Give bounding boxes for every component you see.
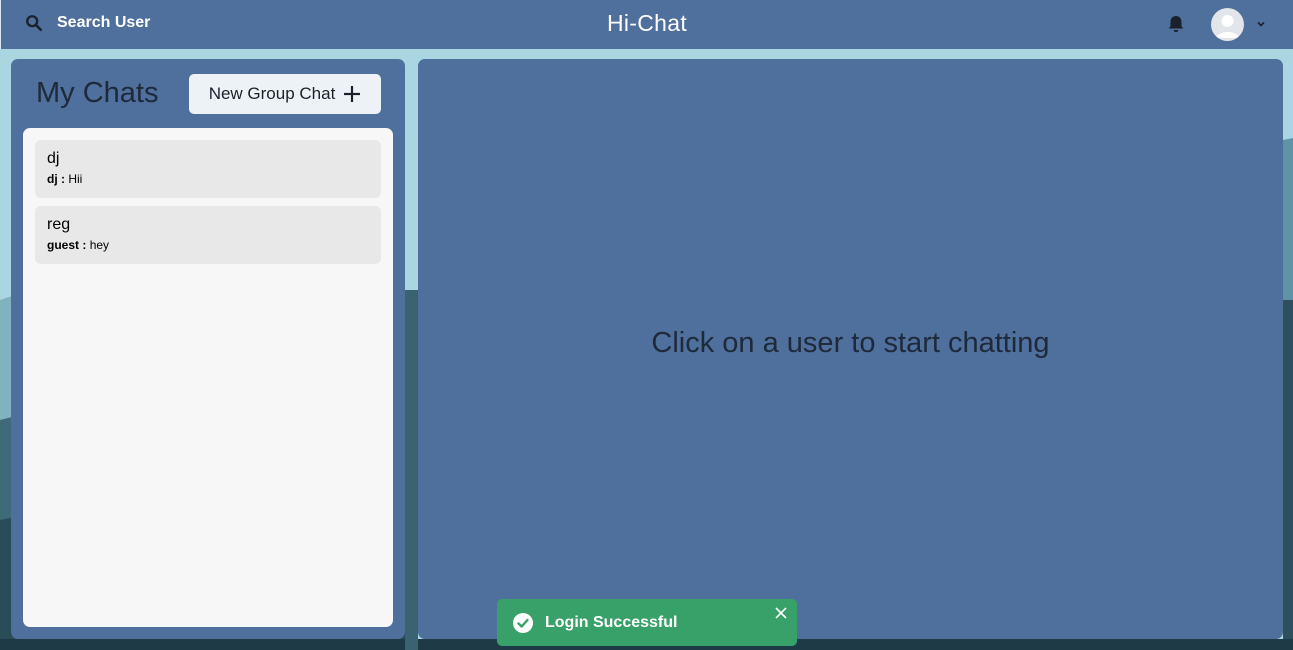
login-success-toast: Login Successful	[497, 599, 797, 646]
chat-area: Click on a user to start chatting	[418, 59, 1283, 639]
chat-list: dj dj : Hii reg guest : hey	[23, 128, 393, 627]
chat-message-text: hey	[89, 238, 110, 252]
plus-icon	[344, 86, 361, 102]
chat-name: dj	[47, 150, 60, 167]
chat-item-dj[interactable]: dj dj : Hii	[35, 140, 381, 198]
chat-name: reg	[47, 216, 71, 233]
chevron-down-icon	[1257, 21, 1265, 27]
my-chats-title: My Chats	[36, 77, 159, 109]
chat-sender: dj :	[47, 172, 65, 186]
my-chats-panel: My Chats New Group Chat dj dj : Hii reg …	[11, 59, 405, 639]
top-bar: Search User Hi-Chat	[0, 0, 1293, 49]
chat-latest-message: guest : hey	[47, 238, 369, 252]
chat-sender: guest :	[47, 238, 87, 252]
check-circle-icon	[513, 612, 533, 633]
new-group-chat-button[interactable]: New Group Chat	[189, 74, 381, 114]
bell-icon[interactable]	[1166, 14, 1186, 34]
new-group-chat-label: New Group Chat	[208, 84, 336, 103]
avatar-icon	[1216, 14, 1239, 38]
chat-latest-message: dj : Hii	[47, 172, 369, 186]
chat-item-reg[interactable]: reg guest : hey	[35, 206, 381, 264]
chat-message-text: Hii	[68, 172, 83, 186]
toast-message: Login Successful	[545, 613, 678, 631]
app-title: Hi-Chat	[606, 10, 688, 36]
close-icon[interactable]	[775, 607, 787, 619]
empty-chat-message: Click on a user to start chatting	[651, 327, 1050, 359]
profile-menu-button[interactable]	[1211, 7, 1266, 41]
avatar	[1211, 7, 1244, 41]
